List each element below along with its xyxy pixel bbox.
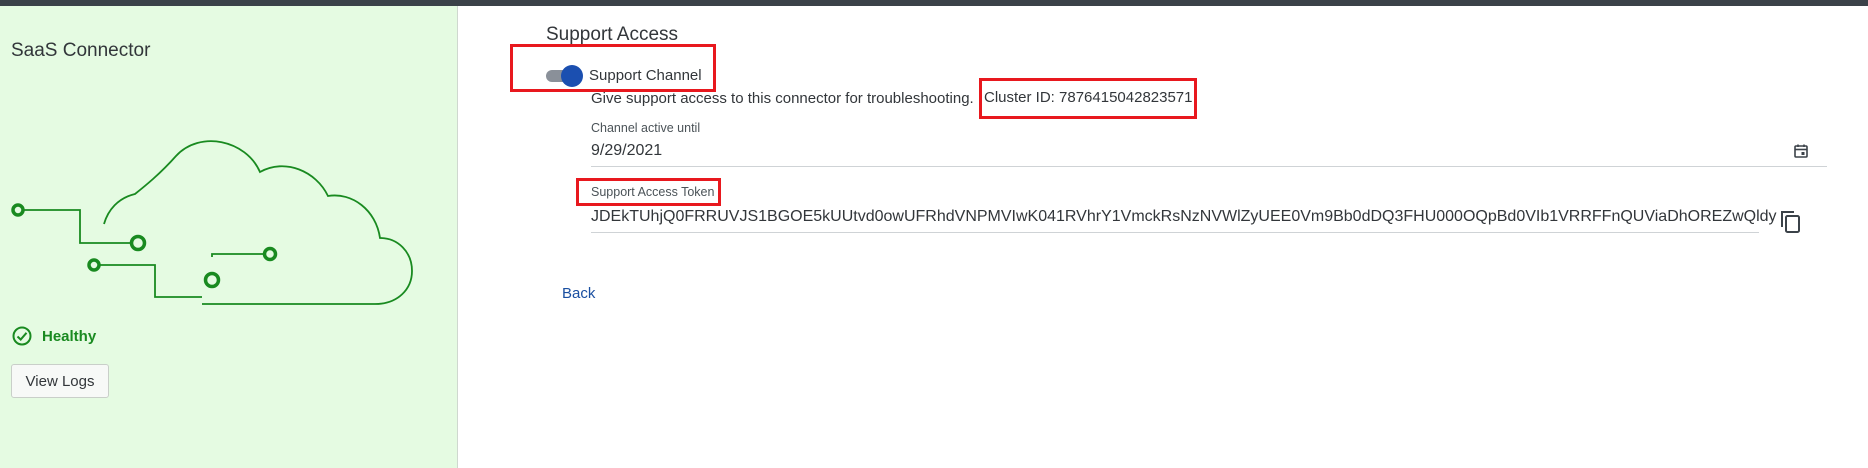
section-title: Support Access bbox=[546, 24, 679, 45]
support-token-underline bbox=[591, 232, 1759, 233]
toggle-thumb bbox=[561, 65, 583, 87]
support-channel-label: Support Channel bbox=[589, 67, 702, 84]
check-circle-icon bbox=[12, 326, 32, 346]
support-token-label: Support Access Token bbox=[591, 185, 715, 199]
support-token-field[interactable]: JDEkTUhjQ0FRRUVJS1BGOE5kUUtvd0owUFRhdVNP… bbox=[591, 208, 1777, 226]
cluster-id: Cluster ID: 7876415042823571 bbox=[984, 89, 1193, 106]
health-status-label: Healthy bbox=[42, 327, 97, 345]
health-status: Healthy bbox=[12, 326, 96, 346]
connector-sidebar: SaaS Connector Healthy View Logs bbox=[0, 6, 458, 468]
channel-active-underline bbox=[591, 166, 1827, 167]
support-access-panel: Support Access Support Channel Give supp… bbox=[458, 6, 1868, 468]
connector-title: SaaS Connector bbox=[11, 40, 151, 61]
channel-active-date-field[interactable]: 9/29/2021 bbox=[591, 142, 662, 160]
channel-active-label: Channel active until bbox=[591, 121, 701, 135]
calendar-icon[interactable] bbox=[1793, 143, 1809, 159]
copy-icon[interactable] bbox=[1779, 209, 1803, 235]
back-link[interactable]: Back bbox=[562, 285, 595, 302]
view-logs-button[interactable]: View Logs bbox=[11, 364, 109, 398]
support-channel-toggle[interactable] bbox=[546, 65, 583, 87]
support-description: Give support access to this connector fo… bbox=[591, 90, 974, 107]
cloud-connector-illustration bbox=[11, 140, 413, 305]
